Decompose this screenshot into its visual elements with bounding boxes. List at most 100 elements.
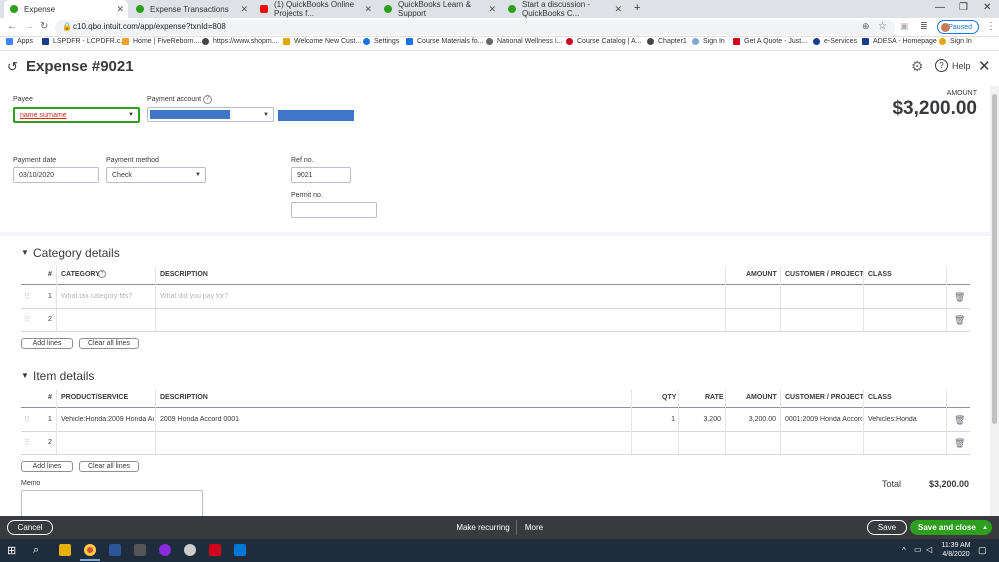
windows-start-icon[interactable]: ⊞ (7, 544, 16, 557)
bookmark-welcome[interactable]: Welcome New Cust... (283, 38, 361, 45)
cancel-button[interactable]: Cancel (7, 520, 53, 535)
bookmark-apps[interactable]: Apps (6, 38, 33, 45)
bookmark-course-catalog[interactable]: Course Catalog | A... (566, 38, 641, 45)
clear-all-lines-button[interactable]: Clear all lines (79, 461, 139, 472)
tab-youtube[interactable]: (1) QuickBooks Online Projects f... ✕ (254, 0, 376, 18)
category-details-title[interactable]: Category details (33, 246, 120, 260)
bookmark-fivereborn[interactable]: Home | FiveReborn.... (122, 38, 201, 45)
tab-learn-support[interactable]: QuickBooks Learn & Support ✕ (378, 0, 500, 18)
bookmark-get-quote[interactable]: Get A Quote - Just... (733, 38, 807, 45)
close-tab-icon[interactable]: ✕ (240, 4, 248, 15)
payee-select[interactable]: name surname ▼ (13, 107, 140, 123)
reading-list-icon[interactable]: ≣ (920, 21, 928, 32)
volume-icon[interactable]: ◁ (926, 545, 932, 554)
clock-date[interactable]: 4/8/2020 (941, 551, 971, 558)
profile-paused-button[interactable]: Paused (937, 20, 979, 34)
clock-time[interactable]: 11:39 AM (941, 542, 971, 549)
drag-handle-icon[interactable]: ⠿ (24, 415, 30, 424)
drag-handle-icon[interactable]: ⠿ (24, 315, 30, 324)
install-icon[interactable]: ⊕ (862, 21, 870, 32)
qty-input[interactable]: 1 (640, 416, 675, 423)
payment-date-input[interactable]: 03/10/2020 (13, 167, 99, 183)
notification-icon[interactable]: ▢ (978, 545, 987, 556)
bookmark-lspdfr[interactable]: LSPDFR - LCPDFR.c... (42, 38, 126, 45)
network-icon[interactable]: ▭ (914, 545, 922, 554)
reload-icon[interactable]: ↻ (40, 21, 48, 32)
help-link[interactable]: Help (952, 61, 971, 71)
class-input[interactable]: Vehicles:Honda (868, 416, 944, 423)
chrome-icon[interactable] (84, 544, 96, 556)
clear-all-lines-button[interactable]: Clear all lines (79, 338, 139, 349)
bookmark-settings[interactable]: Settings (363, 38, 399, 45)
close-tab-icon[interactable]: ✕ (364, 4, 372, 15)
collapse-triangle-icon[interactable]: ▼ (21, 371, 29, 380)
scrollbar-thumb[interactable] (992, 94, 997, 424)
close-icon[interactable]: ✕ (978, 57, 991, 75)
app-icon[interactable] (159, 544, 171, 556)
bookmark-wellness[interactable]: National Wellness I... (486, 38, 563, 45)
trash-icon[interactable]: 🗑 (954, 438, 965, 449)
page-scrollbar[interactable] (990, 86, 999, 516)
forward-icon[interactable]: → (24, 21, 34, 32)
bookmark-star-icon[interactable]: ☆ (878, 21, 887, 32)
rate-input[interactable]: 3,200 (682, 416, 721, 423)
customer-project-input[interactable]: 0001:2009 Honda Accord (785, 416, 862, 423)
bookmark-sign-in[interactable]: Sign In (692, 38, 725, 45)
tab-expense[interactable]: Expense ✕ (4, 0, 128, 18)
drag-handle-icon[interactable]: ⠿ (24, 292, 30, 301)
add-lines-button[interactable]: Add lines (21, 461, 73, 472)
close-tab-icon[interactable]: ✕ (614, 4, 622, 15)
bookmark-chapter1[interactable]: Chapter1 (647, 38, 687, 45)
permit-no-input[interactable] (291, 202, 377, 218)
drag-handle-icon[interactable]: ⠿ (24, 438, 30, 447)
trash-icon[interactable]: 🗑 (954, 415, 965, 426)
photos-icon[interactable] (234, 544, 246, 556)
trash-icon[interactable]: 🗑 (954, 292, 965, 303)
description-input[interactable]: 2009 Honda Accord 0001 (160, 416, 625, 423)
amount-input[interactable]: 3,200.00 (729, 416, 776, 423)
calculator-icon[interactable] (134, 544, 146, 556)
lock-icon[interactable]: 🔒 (62, 22, 72, 31)
browser-menu-icon[interactable]: ⋮ (986, 21, 996, 32)
help-icon[interactable]: ? (935, 59, 948, 72)
media-icon[interactable] (209, 544, 221, 556)
tray-chevron-icon[interactable]: ^ (902, 546, 906, 555)
close-tab-icon[interactable]: ✕ (116, 4, 124, 15)
chevron-up-icon[interactable]: ▲ (982, 525, 988, 531)
bookmark-eservices[interactable]: e-Services (813, 38, 857, 45)
file-explorer-icon[interactable] (59, 544, 71, 556)
product-service-input[interactable]: Vehicle:Honda:2009 Honda Ac (61, 416, 154, 423)
bookmark-shopm[interactable]: https://www.shopm... (202, 38, 278, 45)
bookmark-adesa[interactable]: ADESA - Homepage (862, 38, 937, 45)
info-icon[interactable]: ? (98, 270, 106, 278)
info-icon[interactable]: ? (203, 95, 212, 104)
tab-discussion[interactable]: Start a discussion - QuickBooks C... ✕ (502, 0, 626, 18)
minimize-icon[interactable]: — (935, 2, 945, 13)
trash-icon[interactable]: 🗑 (954, 315, 965, 326)
restore-icon[interactable]: ❐ (959, 2, 968, 13)
bookmark-course-materials[interactable]: Course Materials fo... (406, 38, 484, 45)
tab-expense-transactions[interactable]: Expense Transactions ✕ (130, 0, 252, 18)
category-input[interactable]: What tax category fits? (61, 293, 153, 300)
ref-no-input[interactable]: 9021 (291, 167, 351, 183)
save-button[interactable]: Save (867, 520, 907, 535)
more-button[interactable]: More (520, 520, 548, 535)
window-close-icon[interactable]: ✕ (983, 2, 991, 13)
description-input[interactable]: What did you pay for? (160, 293, 720, 300)
save-and-close-button[interactable]: Save and close ▲ (910, 520, 992, 535)
add-lines-button[interactable]: Add lines (21, 338, 73, 349)
extension-icon[interactable]: ▣ (900, 21, 909, 32)
search-icon[interactable]: ⌕ (33, 544, 39, 557)
back-icon[interactable]: ← (7, 21, 17, 32)
close-tab-icon[interactable]: ✕ (488, 4, 496, 15)
make-recurring-button[interactable]: Make recurring (452, 520, 514, 535)
steam-icon[interactable] (184, 544, 196, 556)
memo-textarea[interactable] (21, 490, 203, 516)
word-icon[interactable] (109, 544, 121, 556)
history-icon[interactable]: ↺ (7, 59, 18, 75)
new-tab-icon[interactable]: + (634, 2, 640, 14)
gear-icon[interactable]: ⚙ (911, 58, 924, 75)
item-details-title[interactable]: Item details (33, 369, 94, 383)
bookmark-sign-in-2[interactable]: Sign In (939, 38, 972, 45)
collapse-triangle-icon[interactable]: ▼ (21, 248, 29, 257)
